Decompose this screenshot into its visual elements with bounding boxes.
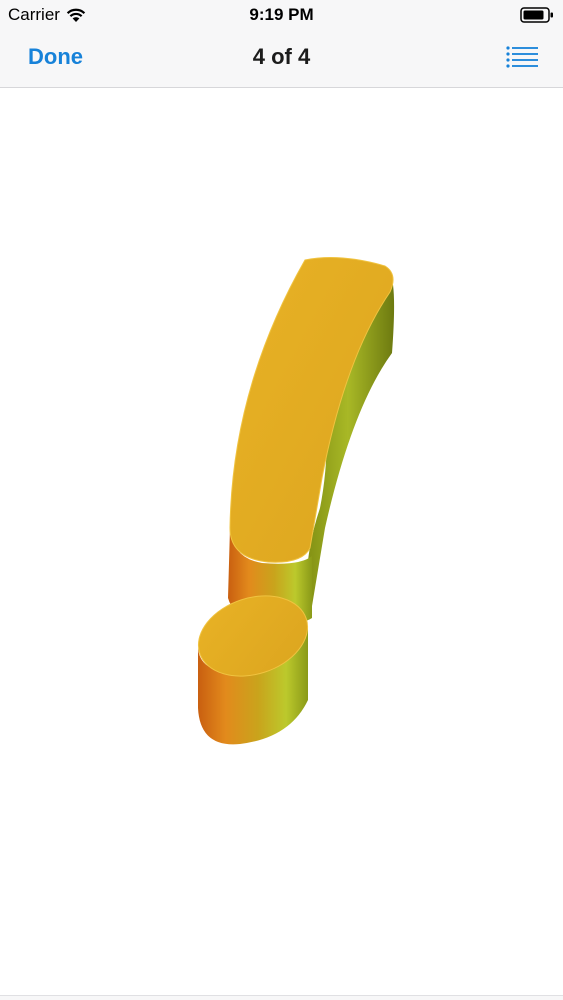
battery-icon (520, 7, 553, 23)
bottom-edge (0, 995, 563, 1000)
status-time: 9:19 PM (249, 5, 314, 24)
exclamation-mark-image (197, 257, 395, 745)
list-icon[interactable] (506, 45, 538, 69)
navigation-bar: Done 4 of 4 (0, 30, 563, 88)
quick-look-preview-screen: Carrier 9:19 PM Done 4 of 4 (0, 0, 563, 1000)
page-counter-title: 4 of 4 (252, 44, 311, 69)
preview-content (0, 88, 563, 996)
status-bar: Carrier 9:19 PM (0, 0, 563, 30)
